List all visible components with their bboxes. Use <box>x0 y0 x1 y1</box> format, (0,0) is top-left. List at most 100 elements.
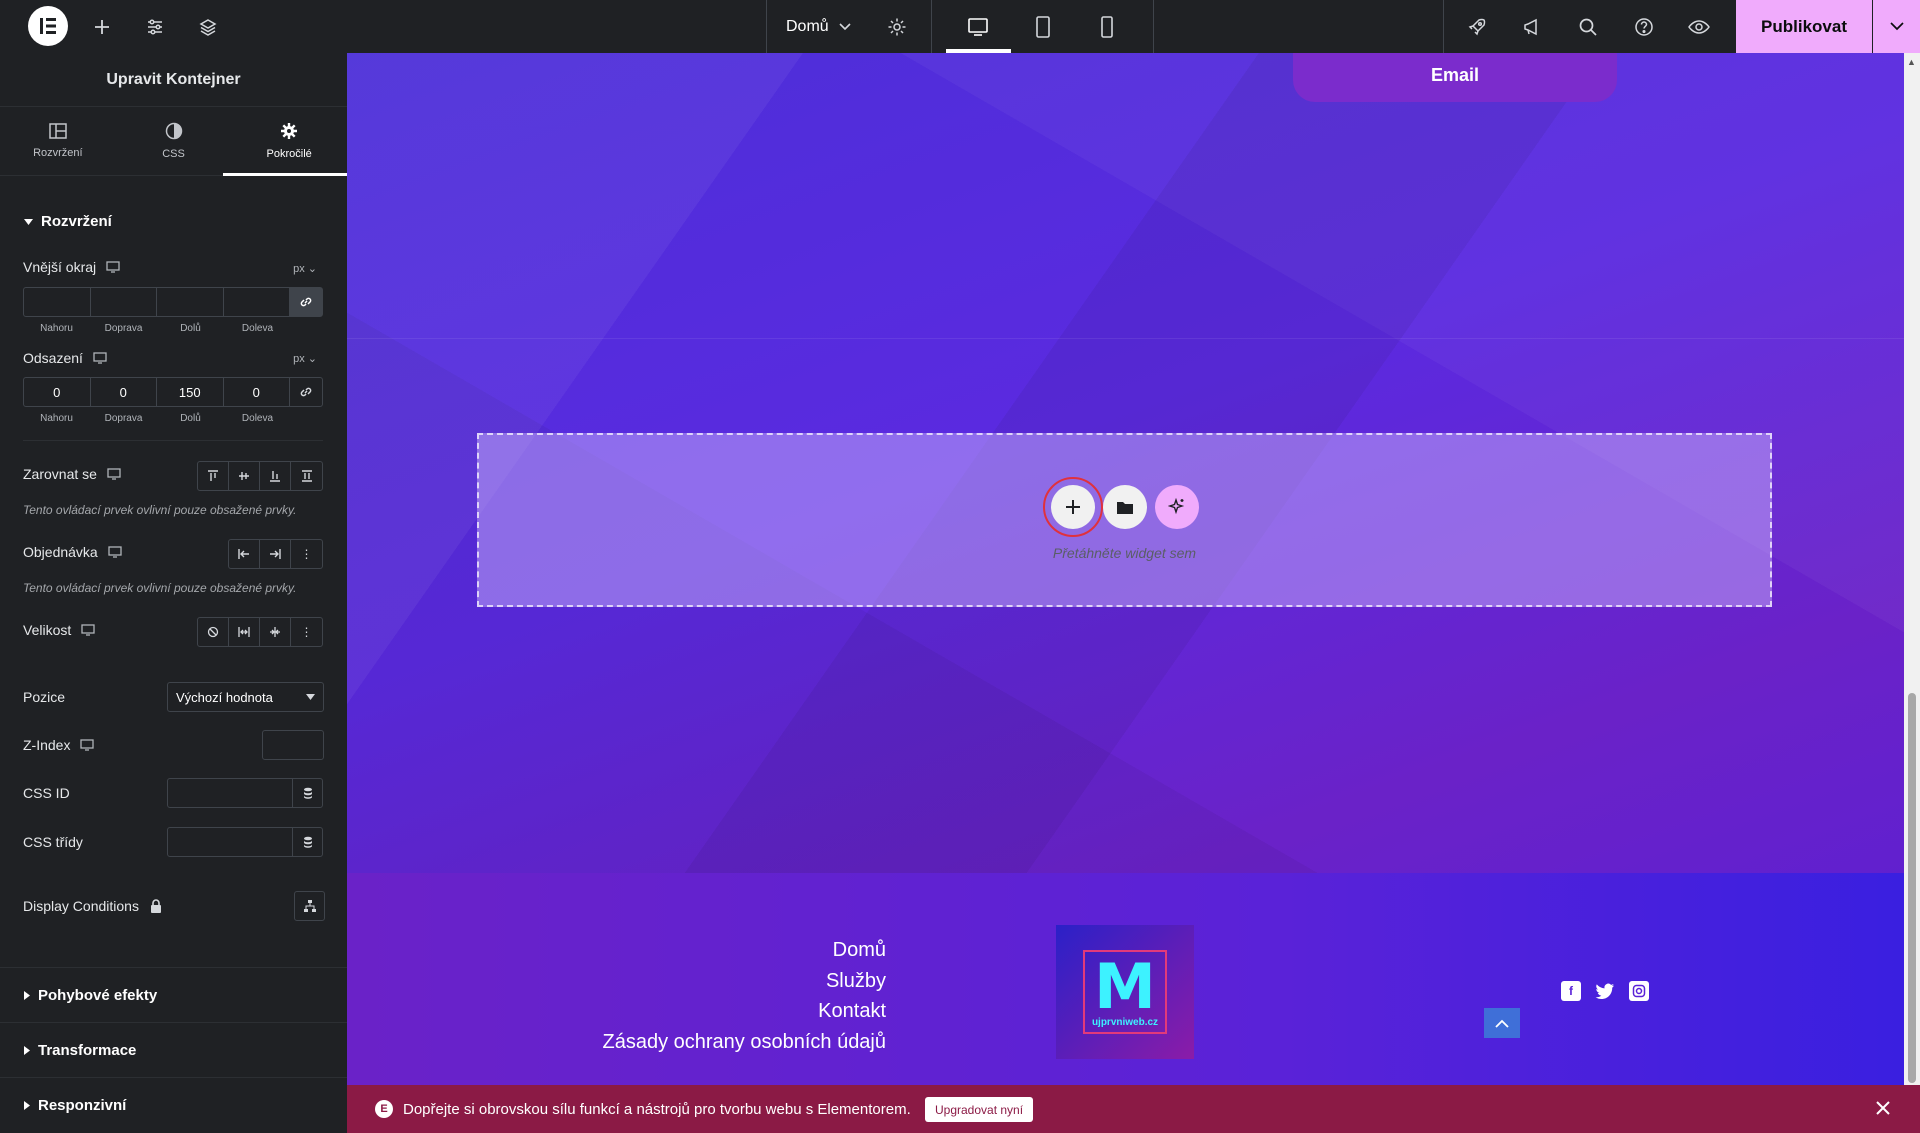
css-classes-input[interactable] <box>167 827 293 857</box>
zindex-input[interactable] <box>262 730 324 760</box>
tablet-view-icon[interactable] <box>1019 0 1067 53</box>
margin-right-input[interactable] <box>91 288 157 316</box>
accordion-motion-effects[interactable]: Pohybové efekty <box>0 967 347 1022</box>
twitter-icon[interactable] <box>1595 981 1615 1001</box>
more-options-icon[interactable]: ⋮ <box>291 618 322 646</box>
margin-bottom-input[interactable] <box>157 288 224 316</box>
elementor-logo[interactable] <box>28 6 68 46</box>
add-template-button[interactable] <box>1102 485 1147 529</box>
logo-letter: M <box>1094 949 1156 1023</box>
responsive-monitor-icon[interactable] <box>107 468 121 480</box>
footer-link-home[interactable]: Domů <box>602 935 886 966</box>
margin-control-label: Vnější okraj <box>23 259 120 275</box>
page-selector[interactable]: Domů <box>786 0 851 53</box>
scroll-up-arrow-icon[interactable]: ▲ <box>1907 57 1916 67</box>
lock-icon <box>150 898 161 913</box>
instagram-icon[interactable] <box>1629 981 1649 1001</box>
responsive-monitor-icon[interactable] <box>108 546 122 558</box>
section-layout-header[interactable]: Rozvržení <box>24 213 112 230</box>
upgrade-now-button[interactable]: Upgradovat nyní <box>925 1097 1034 1122</box>
add-widget-button[interactable] <box>1042 477 1103 537</box>
align-self-text: Zarovnat se <box>23 466 97 482</box>
side-label: Doleva <box>241 413 274 424</box>
align-stretch-icon[interactable] <box>291 462 322 490</box>
mobile-view-icon[interactable] <box>1083 0 1131 53</box>
padding-unit-selector[interactable]: px ⌄ <box>293 352 317 365</box>
padding-top-input[interactable]: 0 <box>24 378 91 406</box>
scroll-thumb[interactable] <box>1908 693 1916 1083</box>
responsive-monitor-icon[interactable] <box>93 352 107 364</box>
margin-top-input[interactable] <box>24 288 91 316</box>
responsive-monitor-icon[interactable] <box>81 624 95 636</box>
caret-down-icon <box>24 218 33 225</box>
footer-link-privacy[interactable]: Zásady ochrany osobních údajů <box>602 1027 886 1058</box>
page-settings-gear-icon[interactable] <box>873 0 921 53</box>
display-conditions-sitemap-icon[interactable] <box>294 891 325 921</box>
order-last-icon[interactable] <box>260 540 291 568</box>
align-self-label: Zarovnat se <box>23 466 121 482</box>
dynamic-tags-icon[interactable] <box>292 778 323 808</box>
tab-label: CSS <box>162 148 185 160</box>
css-id-input[interactable] <box>167 778 293 808</box>
tab-layout[interactable]: Rozvržení <box>0 107 116 175</box>
structure-layers-icon[interactable] <box>184 0 232 53</box>
margin-unit-selector[interactable]: px ⌄ <box>293 262 317 275</box>
preview-eye-icon[interactable] <box>1675 0 1723 53</box>
responsive-monitor-icon[interactable] <box>80 739 95 751</box>
zindex-label: Z-Index <box>23 737 95 753</box>
empty-container-dropzone[interactable]: Přetáhněte widget sem <box>477 433 1772 607</box>
order-first-icon[interactable] <box>229 540 260 568</box>
footer-link-contact[interactable]: Kontakt <box>602 996 886 1027</box>
footer-link-services[interactable]: Služby <box>602 966 886 997</box>
size-shrink-icon[interactable] <box>260 618 291 646</box>
notifications-megaphone-icon[interactable] <box>1508 0 1556 53</box>
more-options-icon[interactable]: ⋮ <box>291 540 322 568</box>
dynamic-tags-icon[interactable] <box>292 827 323 857</box>
desktop-view-icon[interactable] <box>954 0 1002 53</box>
padding-side-labels: Nahoru Doprava Dolů Doleva <box>23 413 291 424</box>
email-button[interactable]: Email <box>1293 53 1617 102</box>
margin-left-input[interactable] <box>224 288 290 316</box>
align-center-icon[interactable] <box>229 462 260 490</box>
close-icon[interactable] <box>1876 1098 1890 1121</box>
section-divider <box>347 338 1904 339</box>
gear-icon <box>281 123 298 139</box>
help-icon[interactable] <box>1620 0 1668 53</box>
tab-label: Rozvržení <box>33 147 83 159</box>
divider <box>23 440 323 441</box>
responsive-monitor-icon[interactable] <box>106 261 120 273</box>
margin-inputs <box>23 287 323 317</box>
canvas-scrollbar[interactable]: ▲ <box>1904 53 1920 1085</box>
facebook-icon[interactable]: f <box>1561 981 1581 1001</box>
padding-control-label: Odsazení <box>23 350 107 366</box>
add-element-icon[interactable] <box>78 0 126 53</box>
link-values-icon[interactable] <box>290 378 322 406</box>
padding-right-input[interactable]: 0 <box>91 378 157 406</box>
site-logo[interactable]: M ujprvniweb.cz <box>1056 925 1194 1059</box>
scroll-to-top-button[interactable] <box>1484 1008 1520 1038</box>
size-none-icon[interactable] <box>198 618 229 646</box>
link-values-icon[interactable] <box>290 288 322 316</box>
align-start-icon[interactable] <box>198 462 229 490</box>
accordion-transform[interactable]: Transformace <box>0 1022 347 1077</box>
chevron-down-icon <box>839 22 851 30</box>
publish-button[interactable]: Publikovat <box>1736 0 1872 53</box>
publish-options-chevron-icon[interactable] <box>1873 0 1920 53</box>
ai-generate-button[interactable] <box>1154 485 1199 529</box>
upgrade-promo-bar: E Dopřejte si obrovskou sílu funkcí a ná… <box>347 1085 1920 1133</box>
tab-css[interactable]: CSS <box>116 107 232 175</box>
social-icons: f <box>1561 981 1649 1001</box>
site-settings-icon[interactable] <box>131 0 179 53</box>
order-label: Objednávka <box>23 544 122 560</box>
size-grow-icon[interactable] <box>229 618 260 646</box>
panel-tabs: Rozvržení CSS Pokročilé <box>0 107 347 176</box>
align-end-icon[interactable] <box>260 462 291 490</box>
rocket-icon[interactable] <box>1453 0 1501 53</box>
accordion-responsive[interactable]: Responzivní <box>0 1077 347 1132</box>
padding-bottom-input[interactable]: 150 <box>157 378 224 406</box>
padding-left-input[interactable]: 0 <box>224 378 290 406</box>
search-icon[interactable] <box>1564 0 1612 53</box>
tab-advanced[interactable]: Pokročilé <box>231 107 347 175</box>
position-select[interactable]: Výchozí hodnota <box>167 682 324 712</box>
css-id-label: CSS ID <box>23 785 70 801</box>
